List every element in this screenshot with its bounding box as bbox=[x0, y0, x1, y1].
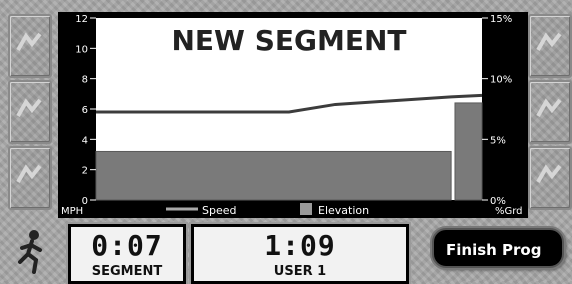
right-tick-label: 5% bbox=[490, 135, 506, 146]
left-tick-label: 4 bbox=[82, 135, 88, 146]
left-tile-3 bbox=[8, 146, 52, 210]
workout-profile-chart: 12 10 8 6 4 2 0 15% 10% 5% 0% NEW SEGMENT MPH %Gr… bbox=[58, 12, 528, 218]
elevation-legend-label: Elevation bbox=[318, 204, 369, 217]
logo-tile-icon bbox=[536, 98, 562, 117]
user-timer: 1:09 USER 1 bbox=[191, 224, 409, 284]
logo-tile-icon bbox=[16, 32, 42, 51]
user-time-label: USER 1 bbox=[273, 264, 327, 279]
chart-title: NEW SEGMENT bbox=[172, 24, 407, 57]
runner-icon bbox=[18, 230, 42, 274]
segment-timer: 0:07 SEGMENT bbox=[68, 224, 186, 284]
segment-time-value: 0:07 bbox=[91, 229, 163, 262]
right-tick-label: 10% bbox=[490, 75, 512, 86]
logo-tile-icon bbox=[536, 32, 562, 51]
left-axis-unit: MPH bbox=[61, 206, 83, 217]
right-axis-unit: %Grd bbox=[495, 206, 523, 217]
right-tile-3 bbox=[528, 146, 572, 210]
elevation-legend-swatch bbox=[300, 203, 312, 215]
right-tick-label: 15% bbox=[490, 14, 512, 25]
left-tick-label: 8 bbox=[82, 75, 88, 86]
speed-legend-label: Speed bbox=[202, 204, 236, 217]
finish-program-button[interactable]: Finish Prog bbox=[432, 228, 564, 268]
right-tile-2 bbox=[528, 80, 572, 144]
logo-tile-icon bbox=[16, 164, 42, 183]
left-tick-label: 12 bbox=[75, 14, 88, 25]
chart-svg: 121086420 15%10%5%0% NEW SEGMENT MPH %Gr… bbox=[61, 14, 523, 217]
left-tick-label: 2 bbox=[82, 166, 88, 177]
right-tile-1 bbox=[528, 14, 572, 78]
elevation-bar-1 bbox=[95, 150, 452, 201]
segment-time-label: SEGMENT bbox=[91, 264, 163, 279]
logo-tile-icon bbox=[536, 164, 562, 183]
left-tile-2 bbox=[8, 80, 52, 144]
left-tile-1 bbox=[8, 14, 52, 78]
left-tick-label: 10 bbox=[75, 44, 88, 55]
left-tick-label: 6 bbox=[82, 105, 88, 116]
elevation-bar-2 bbox=[454, 102, 483, 201]
logo-tile-icon bbox=[16, 98, 42, 117]
user-time-value: 1:09 bbox=[264, 229, 336, 262]
